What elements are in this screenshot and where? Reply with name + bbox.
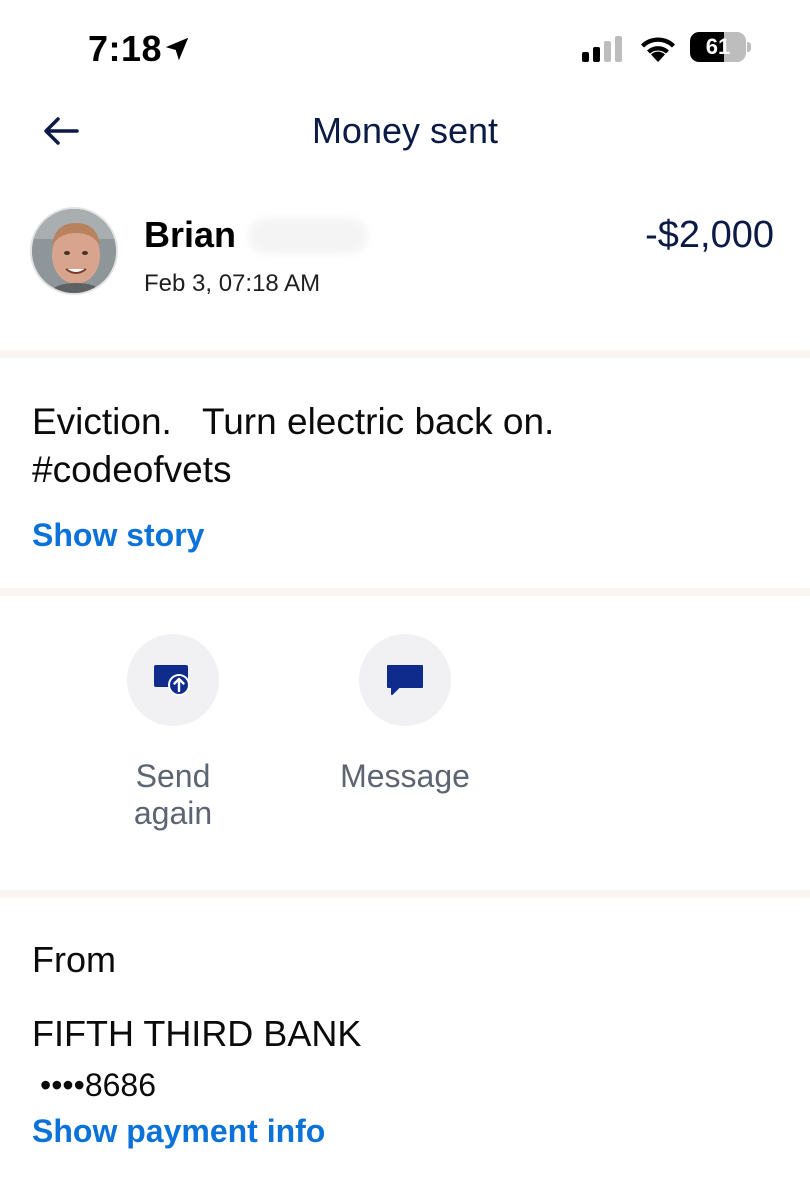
- battery-level: 61: [705, 34, 731, 59]
- message-icon-circle: [359, 634, 451, 726]
- avatar-photo: [32, 209, 116, 293]
- transaction-date: Feb 3, 07:18 AM: [144, 270, 321, 297]
- section-divider: [0, 588, 810, 596]
- cellular-signal-icon: [582, 36, 622, 62]
- status-time: 7:18: [88, 28, 163, 69]
- transaction-amount: -$2,000: [645, 214, 774, 256]
- recipient-name: Brian: [144, 214, 237, 255]
- message-icon: [387, 665, 423, 695]
- status-bar: 7:18 61: [0, 0, 810, 96]
- send-again-icon-circle: [127, 634, 219, 726]
- redacted-surname: [248, 218, 368, 254]
- wifi-icon: [641, 37, 675, 62]
- battery-icon: 61: [690, 32, 752, 62]
- message-button[interactable]: Message: [325, 634, 485, 795]
- location-arrow-icon: [165, 37, 189, 61]
- show-story-link[interactable]: Show story: [32, 517, 204, 554]
- payment-note: Eviction. Turn electric back on. #codeof…: [32, 401, 555, 490]
- bank-account-number: ••••8686: [40, 1067, 156, 1103]
- send-again-label: Send again: [133, 758, 213, 831]
- send-again-button[interactable]: Send again: [93, 634, 253, 832]
- message-label: Message: [340, 758, 470, 794]
- section-divider: [0, 350, 810, 358]
- page-title: Money sent: [311, 110, 499, 151]
- avatar: [30, 207, 118, 295]
- from-label: From: [32, 939, 116, 980]
- section-divider: [0, 890, 810, 898]
- show-payment-info-link[interactable]: Show payment info: [32, 1113, 325, 1150]
- bank-name: FIFTH THIRD BANK: [32, 1013, 362, 1054]
- send-again-icon: [154, 665, 190, 696]
